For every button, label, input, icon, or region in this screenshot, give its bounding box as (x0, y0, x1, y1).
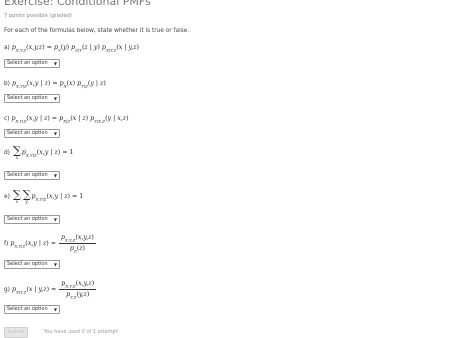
chevron-down-icon: ▼ (53, 173, 57, 178)
problem-c: c) pX,Y|Z(x,y | z) = pX|Z(x | z) pY|X,Z(… (4, 115, 129, 123)
problem-label: f) (4, 240, 9, 247)
fraction-f: pX,Y,Z(x,y,z) pZ(z) (59, 234, 96, 254)
formula-e: e) ∑ x ∑ y pX,Y|Z(x,y | z) = 1 (4, 188, 84, 204)
chevron-down-icon: ▼ (53, 262, 57, 267)
formula-d: d) ∑ x pX,Y|Z(x,y | z) = 1 (4, 144, 74, 160)
formula-c: c) pX,Y|Z(x,y | z) = pX|Z(x | z) pY|X,Z(… (4, 115, 129, 124)
problem-d: d) ∑ x pX,Y|Z(x,y | z) = 1 (4, 144, 74, 160)
problem-a: a) pX,Y,Z(x,y,z) = pY(y) pZ|Y(z | y) pX|… (4, 44, 139, 52)
points-possible: 7 points possible (graded) (4, 13, 72, 19)
answer-select-c[interactable]: Select an option ▼ (4, 129, 60, 138)
problem-label: d) (4, 150, 10, 157)
answer-select-a[interactable]: Select an option ▼ (4, 59, 60, 68)
summation-y: ∑ y (22, 188, 31, 204)
problem-e: e) ∑ x ∑ y pX,Y|Z(x,y | z) = 1 (4, 188, 84, 204)
chevron-down-icon: ▼ (53, 217, 57, 222)
problem-label: e) (4, 194, 10, 201)
problem-label: c) (4, 116, 10, 123)
chevron-down-icon: ▼ (53, 131, 57, 136)
problem-label: g) (4, 286, 10, 293)
answer-select-e[interactable]: Select an option ▼ (4, 215, 60, 224)
answer-select-f[interactable]: Select an option ▼ (4, 260, 60, 269)
instructions: For each of the formulas below, state wh… (4, 28, 190, 34)
exercise-page: Exercise: Conditional PMFs 7 points poss… (0, 0, 474, 338)
exercise-title: Exercise: Conditional PMFs (4, 0, 151, 8)
problem-b: b) pX,Y|Z(x,y | z) = pX(x) pY|Z(y | z) (4, 80, 106, 88)
formula-f: f) pX,Y|Z(x,y | z) = pX,Y,Z(x,y,z) pZ(z) (4, 234, 96, 254)
answer-select-b[interactable]: Select an option ▼ (4, 94, 60, 103)
answer-select-d[interactable]: Select an option ▼ (4, 171, 60, 180)
formula-a: a) pX,Y,Z(x,y,z) = pY(y) pZ|Y(z | y) pX|… (4, 44, 139, 53)
formula-g: g) pX|Y,Z(x | y,z) = pX,Y,Z(x,y,z) pY,Z(… (4, 280, 97, 300)
submit-button[interactable]: Submit (4, 327, 28, 338)
fraction-g: pX,Y,Z(x,y,z) pY,Z(y,z) (59, 280, 97, 300)
chevron-down-icon: ▼ (53, 307, 57, 312)
formula-b: b) pX,Y|Z(x,y | z) = pX(x) pY|Z(y | z) (4, 80, 106, 89)
problem-g: g) pX|Y,Z(x | y,z) = pX,Y,Z(x,y,z) pY,Z(… (4, 280, 97, 300)
chevron-down-icon: ▼ (53, 96, 57, 101)
problem-f: f) pX,Y|Z(x,y | z) = pX,Y,Z(x,y,z) pZ(z) (4, 234, 96, 254)
chevron-down-icon: ▼ (53, 61, 57, 66)
answer-select-g[interactable]: Select an option ▼ (4, 305, 60, 314)
summation-x: ∑ x (12, 144, 21, 160)
attempts-text: You have used 0 of 1 attempt (44, 329, 118, 335)
problem-label: b) (4, 81, 10, 88)
problem-label: a) (4, 45, 10, 52)
summation-x: ∑ x (12, 188, 21, 204)
